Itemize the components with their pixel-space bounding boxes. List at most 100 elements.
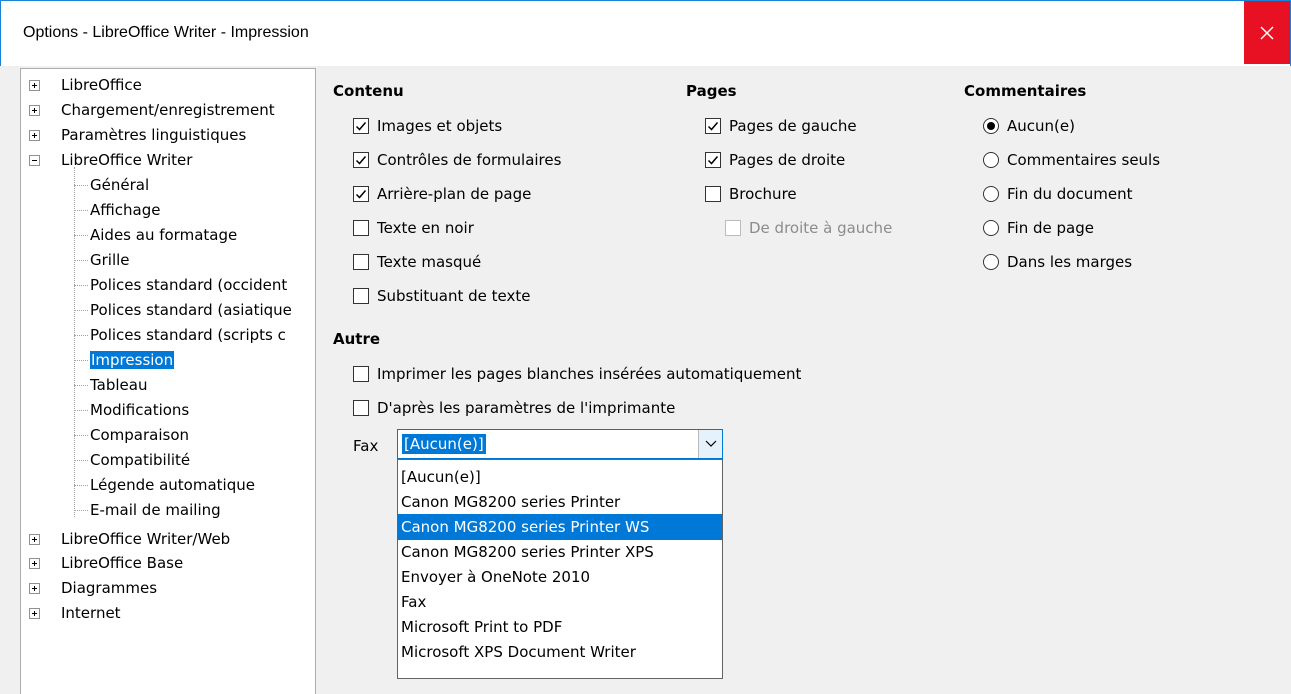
radio-label: Aucun(e) [1007, 117, 1075, 135]
tree-item-legende-automatique[interactable]: Légende automatique [90, 473, 255, 498]
checkbox-label: Texte en noir [377, 219, 474, 237]
checkbox-label: Images et objets [377, 117, 503, 135]
close-icon [1260, 26, 1274, 39]
tree-connector [74, 185, 88, 186]
fax-option[interactable]: [Aucun(e)] [398, 464, 722, 490]
dropdown-button[interactable] [698, 430, 722, 458]
tree-item-label: Affichage [90, 201, 161, 219]
fax-dropdown-list[interactable]: [Aucun(e)] Canon MG8200 series Printer Can… [397, 459, 723, 679]
tree-item-grille[interactable]: Grille [90, 248, 130, 273]
fax-selected-value: [Aucun(e)] [402, 434, 486, 454]
expand-icon[interactable] [29, 558, 40, 569]
tree-item-polices-standard-asiatique[interactable]: Polices standard (asiatique [90, 298, 292, 323]
collapse-icon[interactable] [29, 155, 40, 166]
checkbox-label: Imprimer les pages blanches insérées aut… [377, 365, 802, 383]
tree-item-comparaison[interactable]: Comparaison [90, 423, 189, 448]
tree-item-label: Internet [61, 604, 121, 622]
expand-icon[interactable] [29, 105, 40, 116]
tree-item-label: Diagrammes [61, 579, 158, 597]
tree-item-impression[interactable]: Impression [90, 348, 175, 373]
checkbox-empty-icon[interactable] [705, 186, 721, 202]
tree-connector [74, 285, 88, 286]
expand-icon[interactable] [29, 130, 40, 141]
tree-connector [74, 510, 88, 511]
checkbox-empty-icon[interactable] [353, 220, 369, 236]
tree-connector [74, 310, 88, 311]
commentaires-heading: Commentaires [964, 82, 1087, 100]
pages-heading: Pages [686, 82, 737, 100]
tree-item-affichage[interactable]: Affichage [90, 198, 160, 223]
tree-item-label: Paramètres linguistiques [61, 126, 247, 144]
checkbox-checked-icon[interactable] [353, 118, 369, 134]
tree-item-label: Général [90, 176, 150, 194]
expand-icon[interactable] [29, 534, 40, 545]
expand-icon[interactable] [29, 608, 40, 619]
tree-item-label: Tableau [90, 376, 148, 394]
checkbox-empty-icon[interactable] [353, 254, 369, 270]
fax-option[interactable]: Microsoft Print to PDF [398, 614, 722, 640]
options-tree[interactable]: LibreOffice Chargement/enregistrement Pa… [20, 68, 316, 694]
fax-label: Fax [353, 437, 379, 455]
tree-item-label: Grille [90, 251, 130, 269]
tree-item-polices-standard-occident[interactable]: Polices standard (occident [90, 273, 287, 298]
tree-item-label: LibreOffice Base [61, 554, 184, 572]
tree-item-modifications[interactable]: Modifications [90, 398, 189, 423]
checkbox-checked-icon[interactable] [353, 152, 369, 168]
checkbox-checked-icon[interactable] [705, 152, 721, 168]
fax-option[interactable]: Canon MG8200 series Printer [398, 489, 722, 515]
checkbox-label: Arrière-plan de page [377, 185, 532, 203]
checkbox-label: De droite à gauche [749, 219, 893, 237]
radio-empty-icon[interactable] [983, 186, 999, 202]
checkbox-empty-icon[interactable] [353, 400, 369, 416]
radio-empty-icon[interactable] [983, 220, 999, 236]
fax-option[interactable]: Fax [398, 589, 722, 615]
title-bar: Options - LibreOffice Writer - Impressio… [0, 0, 1291, 66]
fax-option[interactable]: Microsoft XPS Document Writer [398, 639, 722, 665]
tree-item-label: LibreOffice [61, 76, 142, 94]
checkbox-label: D'après les paramètres de l'imprimante [377, 399, 676, 417]
radio-empty-icon[interactable] [983, 254, 999, 270]
tree-item-label: Comparaison [90, 426, 190, 444]
checkbox-label: Pages de gauche [729, 117, 857, 135]
checkbox-label: Substituant de texte [377, 287, 531, 305]
tree-item-label: LibreOffice Writer/Web [61, 530, 231, 548]
checkbox-checked-icon[interactable] [705, 118, 721, 134]
tree-item-label: LibreOffice Writer [61, 151, 193, 169]
fax-select[interactable]: [Aucun(e)] [397, 429, 723, 459]
tree-item-e-mail-de-mailing[interactable]: E-mail de mailing [90, 498, 221, 523]
tree-item-label: Impression [90, 351, 175, 369]
tree-connector [74, 360, 88, 361]
tree-connector [74, 210, 88, 211]
fax-option[interactable]: Canon MG8200 series Printer WS [398, 514, 722, 540]
tree-item-label: Chargement/enregistrement [61, 101, 275, 119]
tree-item-polices-standard-scripts-c[interactable]: Polices standard (scripts c [90, 323, 286, 348]
tree-connector [74, 167, 75, 517]
radio-label: Dans les marges [1007, 253, 1133, 271]
expand-icon[interactable] [29, 80, 40, 91]
tree-item-compatibilite[interactable]: Compatibilité [90, 448, 190, 473]
checkbox-empty-icon[interactable] [353, 366, 369, 382]
radio-selected-icon[interactable] [983, 118, 999, 134]
tree-item-aides-au-formatage[interactable]: Aides au formatage [90, 223, 237, 248]
expand-icon[interactable] [29, 583, 40, 594]
close-button[interactable] [1244, 1, 1290, 64]
fax-option[interactable]: Envoyer à OneNote 2010 [398, 564, 722, 590]
tree-connector [74, 260, 88, 261]
tree-item-tableau[interactable]: Tableau [90, 373, 148, 398]
tree-connector [74, 235, 88, 236]
tree-connector [74, 460, 88, 461]
checkbox-label: Texte masqué [377, 253, 482, 271]
radio-label: Commentaires seuls [1007, 151, 1161, 169]
tree-connector [74, 385, 88, 386]
tree-connector [74, 410, 88, 411]
checkbox-label: Pages de droite [729, 151, 846, 169]
radio-label: Fin du document [1007, 185, 1133, 203]
contenu-heading: Contenu [333, 82, 404, 100]
checkbox-label: Brochure [729, 185, 797, 203]
fax-option[interactable]: Canon MG8200 series Printer XPS [398, 539, 722, 565]
window-title: Options - LibreOffice Writer - Impressio… [23, 24, 309, 41]
checkbox-checked-icon[interactable] [353, 186, 369, 202]
tree-item-general[interactable]: Général [90, 173, 149, 198]
radio-empty-icon[interactable] [983, 152, 999, 168]
checkbox-empty-icon[interactable] [353, 288, 369, 304]
